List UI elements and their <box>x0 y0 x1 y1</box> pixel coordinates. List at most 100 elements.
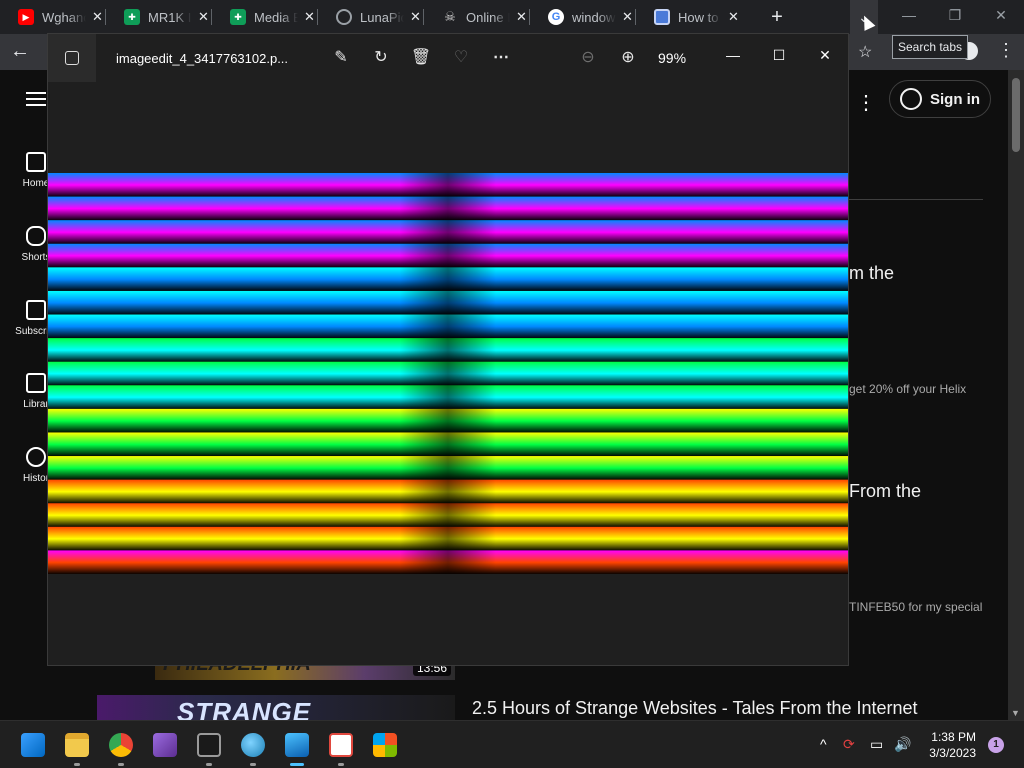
active-indicator <box>290 763 304 766</box>
terminal-icon[interactable] <box>197 733 221 757</box>
history-icon <box>26 447 46 467</box>
more-icon[interactable]: ⋯ <box>489 46 513 70</box>
hamburger-menu-icon[interactable] <box>26 92 46 106</box>
sheets-icon: ✚ <box>230 9 246 25</box>
video-thumbnail[interactable]: STRANGE WEBSITES <box>97 695 455 720</box>
sync-alert-icon[interactable]: ⟳ <box>843 736 855 753</box>
running-indicator <box>118 763 124 766</box>
video-title[interactable]: 2.5 Hours of Strange Websites - Tales Fr… <box>472 698 918 719</box>
close-browser-button[interactable]: ✕ <box>978 0 1024 34</box>
close-tab-icon[interactable]: ✕ <box>728 9 739 25</box>
video-title-partial[interactable]: m the <box>849 263 894 284</box>
running-indicator <box>74 763 80 766</box>
skull-icon: ☠ <box>444 9 456 24</box>
tab-title: Online I <box>466 9 510 25</box>
store-icon[interactable] <box>373 733 397 757</box>
back-arrow-icon[interactable]: ← <box>10 40 30 63</box>
sign-in-label: Sign in <box>930 90 980 108</box>
clock-time: 1:38 PM <box>931 730 976 744</box>
globe-icon <box>336 9 352 25</box>
tab-lunapic[interactable]: LunaPic ✕ <box>318 0 424 34</box>
shorts-icon <box>26 226 46 246</box>
tab-google-windows[interactable]: G window ✕ <box>530 0 636 34</box>
library-icon <box>26 373 46 393</box>
photos-icon[interactable] <box>285 733 309 757</box>
chrome-icon[interactable] <box>109 733 133 757</box>
image-shading <box>48 173 848 574</box>
photo-viewer-window: imageedit_4_3417763102.p... ✎ ↻ 🗑 ♡ ⋯ ⊖ … <box>47 33 849 666</box>
running-indicator <box>338 763 344 766</box>
tab-title: MR1K In <box>148 9 192 25</box>
thumbnail-caption: STRANGE WEBSITES <box>177 697 312 720</box>
start-icon[interactable] <box>21 733 45 757</box>
windows-taskbar: ^ ⟳ ▭ 🔊 1:38 PM 3/3/2023 1 <box>0 720 1024 768</box>
visual-studio-icon[interactable] <box>153 733 177 757</box>
favorite-icon[interactable]: ♡ <box>449 46 473 70</box>
scroll-down-icon[interactable]: ▼ <box>1011 708 1020 718</box>
tab-youtube[interactable]: ▶ Wghanc ✕ <box>0 0 106 34</box>
network-icon[interactable]: ▭ <box>870 736 883 753</box>
home-icon <box>26 152 46 172</box>
file-explorer-icon[interactable] <box>65 733 89 757</box>
tab-title: How to <box>678 9 719 25</box>
google-icon: G <box>548 9 564 25</box>
scrollbar-thumb[interactable] <box>1012 78 1020 152</box>
video-description-partial: TINFEB50 for my special <box>849 600 983 614</box>
delete-icon[interactable]: 🗑 <box>409 46 433 70</box>
youtube-icon: ▶ <box>18 9 34 25</box>
photos-app-icon <box>48 34 96 82</box>
close-tab-icon[interactable]: ✕ <box>516 9 527 25</box>
close-tab-icon[interactable]: ✕ <box>198 9 209 25</box>
minimize-viewer-button[interactable]: — <box>713 40 753 70</box>
account-icon <box>900 88 922 110</box>
displayed-image <box>48 173 848 574</box>
zoom-in-icon[interactable]: ⊕ <box>616 46 640 70</box>
tab-title: LunaPic <box>360 9 404 25</box>
new-tab-button[interactable]: + <box>766 6 788 28</box>
globe-app-icon[interactable] <box>241 733 265 757</box>
settings-kebab-icon[interactable]: ⋮ <box>856 90 876 115</box>
page-icon <box>654 9 670 25</box>
tab-mr1k[interactable]: ✚ MR1K In ✕ <box>106 0 212 34</box>
close-viewer-button[interactable]: ✕ <box>805 40 845 70</box>
guide-label: Home <box>22 178 50 189</box>
zoom-out-icon[interactable]: ⊖ <box>576 46 600 70</box>
browser-menu-icon[interactable]: ⋮ <box>997 40 1015 61</box>
close-tab-icon[interactable]: ✕ <box>92 9 103 25</box>
image-filename: imageedit_4_3417763102.p... <box>116 51 289 66</box>
maximize-viewer-button[interactable]: ☐ <box>759 40 799 70</box>
video-title-partial[interactable]: From the <box>849 481 921 502</box>
sign-in-button[interactable]: Sign in <box>889 80 991 118</box>
sheets-icon: ✚ <box>124 9 140 25</box>
video-description-partial: get 20% off your Helix <box>849 382 967 396</box>
volume-icon[interactable]: 🔊 <box>894 736 911 753</box>
minimize-browser-button[interactable]: — <box>886 0 932 34</box>
tab-online[interactable]: ☠ Online I ✕ <box>424 0 530 34</box>
running-indicator <box>250 763 256 766</box>
tab-how-to[interactable]: How to ✕ <box>636 0 742 34</box>
search-tabs-tooltip: Search tabs <box>892 35 968 59</box>
subscriptions-icon <box>26 300 46 320</box>
close-tab-icon[interactable]: ✕ <box>304 9 315 25</box>
edit-icon[interactable]: ✎ <box>329 46 353 70</box>
paint-icon[interactable] <box>329 733 353 757</box>
page-scrollbar[interactable]: ▼ <box>1008 70 1024 720</box>
clock-date: 3/3/2023 <box>929 746 976 760</box>
bookmark-star-icon[interactable]: ☆ <box>858 42 872 62</box>
rotate-icon[interactable]: ↻ <box>369 46 393 70</box>
running-indicator <box>206 763 212 766</box>
notification-badge[interactable]: 1 <box>988 737 1004 753</box>
guide-label: Librar <box>23 399 49 410</box>
clock[interactable]: 1:38 PM 3/3/2023 <box>928 729 976 761</box>
zoom-level[interactable]: 99% <box>658 50 686 66</box>
restore-browser-button[interactable]: ❐ <box>932 0 978 34</box>
tab-title: Media E <box>254 9 298 25</box>
tab-media[interactable]: ✚ Media E ✕ <box>212 0 318 34</box>
tab-title: window <box>572 9 616 25</box>
divider <box>848 199 983 200</box>
tab-title: Wghanc <box>42 9 86 25</box>
guide-label: Histor <box>22 473 50 484</box>
close-tab-icon[interactable]: ✕ <box>410 9 421 25</box>
close-tab-icon[interactable]: ✕ <box>622 9 633 25</box>
tray-overflow-icon[interactable]: ^ <box>820 736 827 752</box>
